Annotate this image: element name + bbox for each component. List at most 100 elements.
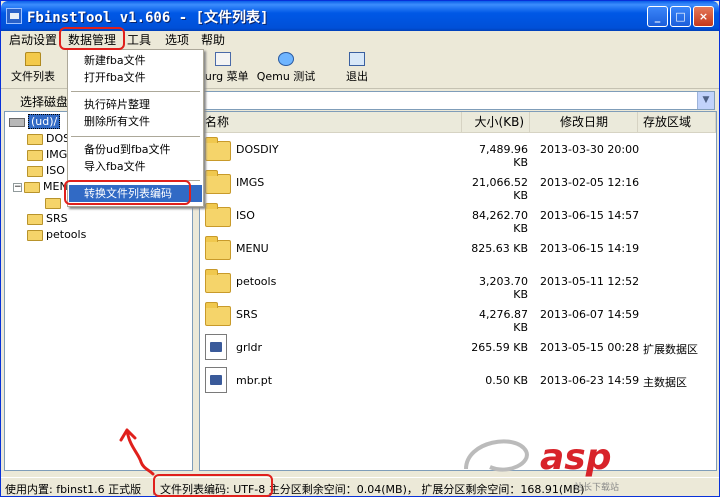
menu-help[interactable]: 帮助 xyxy=(201,32,225,48)
row-date: 2013-06-15 14:57 xyxy=(540,209,640,222)
row-size: 0.50 KB xyxy=(485,374,528,387)
menu-boot-settings[interactable]: 启动设置 xyxy=(9,32,57,48)
app-icon xyxy=(6,8,22,24)
row-date: 2013-06-15 14:19 xyxy=(540,242,640,255)
row-size: 84,262.70 KB xyxy=(472,209,528,235)
folder-icon xyxy=(205,170,231,194)
row-name: petools xyxy=(236,275,277,288)
burg-menu-label: Burg 菜单 xyxy=(197,70,249,83)
tree-node[interactable]: petools xyxy=(27,227,86,242)
status-info: 文件列表编码: UTF-8 主分区剩余空间：0.04(MB)， 扩展分区剩余空间… xyxy=(160,483,585,496)
folder-icon xyxy=(205,269,231,293)
tree-node-label: ISO xyxy=(46,164,65,177)
exit-button[interactable]: 退出 xyxy=(339,52,375,86)
col-zone-header[interactable]: 存放区域 xyxy=(638,112,716,133)
list-row[interactable]: IMGS 21,066.52 KB 2013-02-05 12:16 xyxy=(200,167,716,202)
list-row[interactable]: mbr.pt 0.50 KB 2013-06-23 14:59 主数据区 xyxy=(200,365,716,397)
row-name: SRS xyxy=(236,308,258,321)
list-row[interactable]: grldr 265.59 KB 2013-05-15 00:28 扩展数据区 xyxy=(200,332,716,364)
list-row[interactable]: SRS 4,276.87 KB 2013-06-07 14:59 xyxy=(200,299,716,334)
row-size: 21,066.52 KB xyxy=(472,176,528,202)
menu-item-open-fba[interactable]: 打开fba文件 xyxy=(69,69,202,86)
list-row[interactable]: ISO 84,262.70 KB 2013-06-15 14:57 xyxy=(200,200,716,235)
folder-icon xyxy=(24,181,40,193)
disk-select[interactable]: ▼ xyxy=(199,91,715,110)
title-bar[interactable]: FbinstTool v1.606 - [文件列表] _ □ × xyxy=(1,1,719,31)
col-name-header[interactable]: 名称 xyxy=(200,112,462,133)
row-zone: 扩展数据区 xyxy=(643,343,698,356)
file-list-label: 文件列表 xyxy=(11,70,55,83)
menu-item-new-fba[interactable]: 新建fba文件 xyxy=(69,52,202,69)
row-size: 7,489.96 KB xyxy=(479,143,528,169)
status-divider xyxy=(153,480,154,495)
menu-item-backup-ud[interactable]: 备份ud到fba文件 xyxy=(69,141,202,158)
row-date: 2013-06-07 14:59 xyxy=(540,308,640,321)
menu-options[interactable]: 选项 xyxy=(165,32,189,48)
file-icon xyxy=(205,334,227,360)
col-size-header[interactable]: 大小(KB) xyxy=(462,112,530,133)
row-size: 825.63 KB xyxy=(471,242,528,255)
row-name: IMGS xyxy=(236,176,265,189)
tree-node[interactable]: ISO xyxy=(27,163,65,178)
qemu-icon xyxy=(278,52,294,66)
row-size: 4,276.87 KB xyxy=(479,308,528,334)
folder-icon xyxy=(205,203,231,227)
folder-icon xyxy=(205,137,231,161)
menu-item-convert-encoding[interactable]: 转换文件列表编码 xyxy=(69,185,202,202)
folder-icon xyxy=(205,236,231,260)
folder-icon xyxy=(27,165,43,177)
document-icon xyxy=(215,52,231,66)
close-button[interactable]: × xyxy=(693,6,714,27)
status-core: 使用内置: fbinst1.6 正式版 xyxy=(5,483,142,496)
window-title: FbinstTool v1.606 - [文件列表] xyxy=(27,10,269,26)
chevron-down-icon[interactable]: ▼ xyxy=(697,92,714,109)
row-name: DOSDIY xyxy=(236,143,279,156)
folder-icon xyxy=(27,133,43,145)
tree-node-label: petools xyxy=(46,228,87,241)
qemu-test-button[interactable]: Qemu 测试 xyxy=(256,52,316,86)
list-row[interactable]: DOSDIY 7,489.96 KB 2013-03-30 20:00 xyxy=(200,134,716,169)
col-date-header[interactable]: 修改日期 xyxy=(530,112,638,133)
folder-icon xyxy=(27,149,43,161)
row-date: 2013-06-23 14:59 xyxy=(540,374,640,387)
menu-separator xyxy=(71,91,200,92)
menu-data-management[interactable]: 数据管理 xyxy=(68,32,116,48)
list-row[interactable]: MENU 825.63 KB 2013-06-15 14:19 xyxy=(200,233,716,265)
arrow-annotation xyxy=(119,428,155,476)
data-management-menu: 新建fba文件 打开fba文件 执行碎片整理 删除所有文件 备份ud到fba文件… xyxy=(67,49,204,207)
qemu-test-label: Qemu 测试 xyxy=(256,70,316,83)
menu-item-defrag[interactable]: 执行碎片整理 xyxy=(69,96,202,113)
exit-label: 退出 xyxy=(346,70,368,83)
row-size: 3,203.70 KB xyxy=(479,275,528,301)
folder-icon xyxy=(27,213,43,225)
row-name: ISO xyxy=(236,209,255,222)
row-date: 2013-05-11 12:52 xyxy=(540,275,640,288)
minimize-button[interactable]: _ xyxy=(647,6,668,27)
menu-separator xyxy=(71,136,200,137)
row-size: 265.59 KB xyxy=(471,341,528,354)
row-date: 2013-02-05 12:16 xyxy=(540,176,640,189)
folder-icon xyxy=(27,229,43,241)
drive-icon xyxy=(9,117,25,127)
list-header: 名称 大小(KB) 修改日期 存放区域 xyxy=(200,112,716,133)
menu-item-delete-all[interactable]: 删除所有文件 xyxy=(69,113,202,130)
menu-tools[interactable]: 工具 xyxy=(127,32,151,48)
row-name: MENU xyxy=(236,242,269,255)
exit-icon xyxy=(349,52,365,66)
tree-root[interactable]: (ud)/ xyxy=(9,114,61,129)
file-list[interactable]: 名称 大小(KB) 修改日期 存放区域 DOSDIY 7,489.96 KB 201… xyxy=(199,111,717,471)
menu-item-import-fba[interactable]: 导入fba文件 xyxy=(69,158,202,175)
folder-icon xyxy=(45,197,61,209)
tree-node[interactable]: SRS xyxy=(27,211,68,226)
select-disk-label: 选择磁盘 xyxy=(20,95,69,109)
row-name: grldr xyxy=(236,341,263,354)
row-date: 2013-03-30 20:00 xyxy=(540,143,640,156)
tree-node[interactable] xyxy=(45,195,64,210)
list-row[interactable]: petools 3,203.70 KB 2013-05-11 12:52 xyxy=(200,266,716,301)
row-zone: 主数据区 xyxy=(643,376,687,389)
menu-bar: 启动设置 数据管理 工具 选项 帮助 xyxy=(1,31,719,49)
application-window: FbinstTool v1.606 - [文件列表] _ □ × 启动设置 数据… xyxy=(0,0,720,497)
file-list-button[interactable]: 文件列表 xyxy=(5,52,61,86)
collapse-icon[interactable]: − xyxy=(13,182,22,192)
maximize-button[interactable]: □ xyxy=(670,6,691,27)
